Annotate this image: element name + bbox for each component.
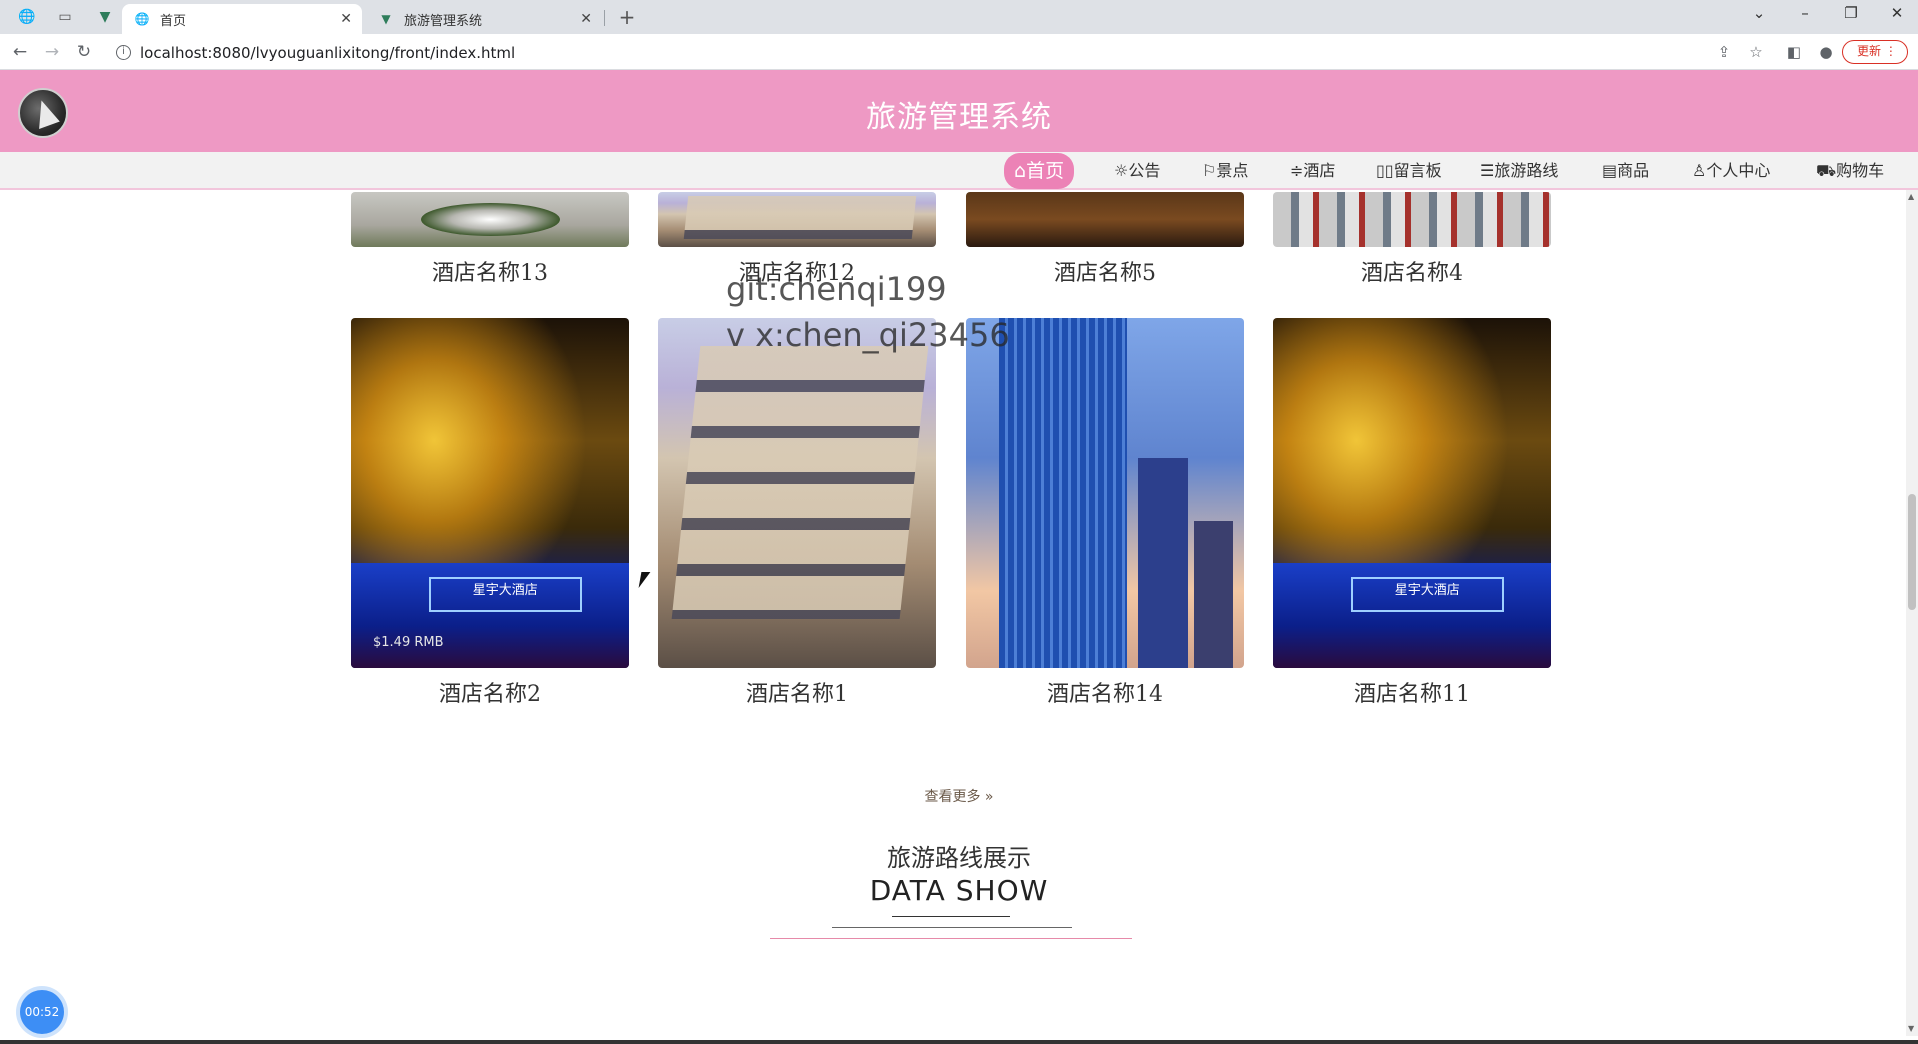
scroll-thumb[interactable] — [1908, 494, 1916, 610]
reload-icon[interactable]: ↻ — [72, 40, 96, 64]
sliders-icon: ≑ — [1290, 161, 1304, 180]
tab-home[interactable]: 🌐 首页 ✕ — [122, 4, 362, 34]
site-header: 旅游管理系统 — [0, 70, 1918, 152]
blank-tab-icon[interactable]: ▭ — [48, 4, 82, 30]
info-icon[interactable]: i — [116, 45, 131, 60]
tab-title: 旅游管理系统 — [404, 13, 483, 29]
hotel-sign: 星宇大酒店 — [428, 577, 582, 612]
nav-item-cart[interactable]: ⛟购物车 — [1806, 157, 1894, 185]
section-subtitle: DATA SHOW — [869, 874, 1049, 907]
message-icon: ▯▯ — [1376, 161, 1394, 180]
hotel-name[interactable]: 酒店名称2 — [351, 676, 629, 708]
bottom-bar — [0, 1040, 1918, 1044]
layers-icon: ☰ — [1480, 161, 1495, 180]
hotel-image[interactable] — [1273, 192, 1551, 247]
share-icon[interactable]: ⇪ — [1712, 41, 1736, 63]
divider-line — [892, 916, 1010, 917]
user-icon: ♙ — [1692, 161, 1707, 180]
url-text: localhost:8080/lvyouguanlixitong/front/i… — [140, 44, 516, 62]
price-overlay: $1.49 RMB — [373, 635, 444, 650]
restore-icon[interactable]: ❐ — [1836, 4, 1866, 22]
hotel-sign: 星宇大酒店 — [1350, 577, 1504, 612]
site-title: 旅游管理系统 — [866, 100, 1052, 135]
hotel-image[interactable]: 星宇大酒店 — [1273, 318, 1551, 668]
minimize-icon[interactable]: – — [1790, 4, 1820, 22]
nav-item-routes[interactable]: ☰旅游路线 — [1470, 157, 1568, 185]
cart-icon: ⛟ — [1816, 161, 1837, 180]
scroll-up-arrow-icon[interactable]: ▲ — [1908, 192, 1914, 201]
divider-line — [832, 927, 1072, 928]
flag-icon: ⚐ — [1202, 161, 1217, 180]
close-icon[interactable]: ✕ — [340, 11, 352, 27]
chevron-down-icon[interactable]: ⌄ — [1744, 4, 1774, 22]
hotel-name[interactable]: 酒店名称14 — [966, 676, 1244, 708]
hotel-image[interactable] — [658, 192, 936, 247]
view-more-link[interactable]: 查看更多 » — [0, 786, 1918, 806]
new-tab-button[interactable]: + — [610, 4, 644, 30]
divider-line — [770, 938, 1132, 939]
nav-item-home[interactable]: ⌂首页 — [1004, 153, 1075, 189]
vue-icon[interactable]: ▼ — [88, 4, 122, 30]
nav-item-message-board[interactable]: ▯▯留言板 — [1366, 157, 1452, 185]
close-icon[interactable]: ✕ — [580, 11, 592, 27]
globe-icon[interactable]: 🌐 — [10, 4, 44, 30]
url-field[interactable]: i localhost:8080/lvyouguanlixitong/front… — [110, 41, 1530, 65]
star-icon[interactable]: ☆ — [1744, 41, 1768, 63]
tab-divider — [604, 10, 605, 26]
hotel-name[interactable]: 酒店名称4 — [1273, 255, 1551, 287]
hotel-name[interactable]: 酒店名称5 — [966, 255, 1244, 287]
hotel-name[interactable]: 酒店名称11 — [1273, 676, 1551, 708]
close-window-icon[interactable]: ✕ — [1882, 4, 1912, 22]
hotel-image[interactable] — [966, 192, 1244, 247]
nav-item-hotels[interactable]: ≑酒店 — [1280, 157, 1345, 185]
mouse-cursor-icon — [638, 572, 651, 588]
browser-tab-strip: 🌐 ▭ ▼ 🌐 首页 ✕ ▼ 旅游管理系统 ✕ + ⌄ – ❐ ✕ — [0, 0, 1918, 34]
nav-item-profile[interactable]: ♙个人中心 — [1682, 157, 1780, 185]
site-nav: ⌂首页 ☼公告 ⚐景点 ≑酒店 ▯▯留言板 ☰旅游路线 ▤商品 ♙个人中心 ⛟购… — [0, 152, 1918, 190]
watermark-line: git:chenqi199 — [726, 270, 947, 308]
tab-title: 首页 — [160, 13, 187, 29]
forward-arrow-icon[interactable]: → — [40, 40, 64, 64]
back-arrow-icon[interactable]: ← — [8, 40, 32, 64]
section-title: 旅游路线展示 — [887, 844, 1031, 872]
recording-timer[interactable]: 00:52 — [20, 990, 64, 1034]
home-icon: ⌂ — [1014, 160, 1027, 182]
hotel-name[interactable]: 酒店名称13 — [351, 255, 629, 287]
goods-icon: ▤ — [1602, 161, 1618, 180]
hotel-image[interactable] — [351, 192, 629, 247]
vue-icon: ▼ — [381, 12, 391, 26]
scroll-down-arrow-icon[interactable]: ▼ — [1908, 1024, 1914, 1033]
nav-item-attractions[interactable]: ⚐景点 — [1192, 157, 1258, 185]
page-scrollbar[interactable] — [1906, 190, 1918, 1036]
globe-icon: 🌐 — [134, 12, 150, 26]
sidepanel-icon[interactable]: ◧ — [1782, 41, 1806, 63]
announce-icon: ☼ — [1114, 161, 1129, 180]
update-button[interactable]: 更新 ⋮ — [1842, 40, 1908, 64]
tab-system[interactable]: ▼ 旅游管理系统 ✕ — [366, 4, 602, 34]
hotel-image[interactable] — [966, 318, 1244, 668]
nav-item-goods[interactable]: ▤商品 — [1592, 157, 1659, 185]
profile-icon[interactable]: ● — [1814, 41, 1838, 63]
hotel-image[interactable]: 星宇大酒店 $1.49 RMB — [351, 318, 629, 668]
watermark-line: v x:chen_qi23456 — [726, 316, 1010, 354]
nav-item-announcements[interactable]: ☼公告 — [1104, 157, 1170, 185]
update-label: 更新 — [1857, 44, 1882, 58]
address-toolbar: ← → ↻ i localhost:8080/lvyouguanlixitong… — [0, 34, 1918, 70]
hotel-image[interactable] — [658, 318, 936, 668]
hotel-name[interactable]: 酒店名称1 — [658, 676, 936, 708]
